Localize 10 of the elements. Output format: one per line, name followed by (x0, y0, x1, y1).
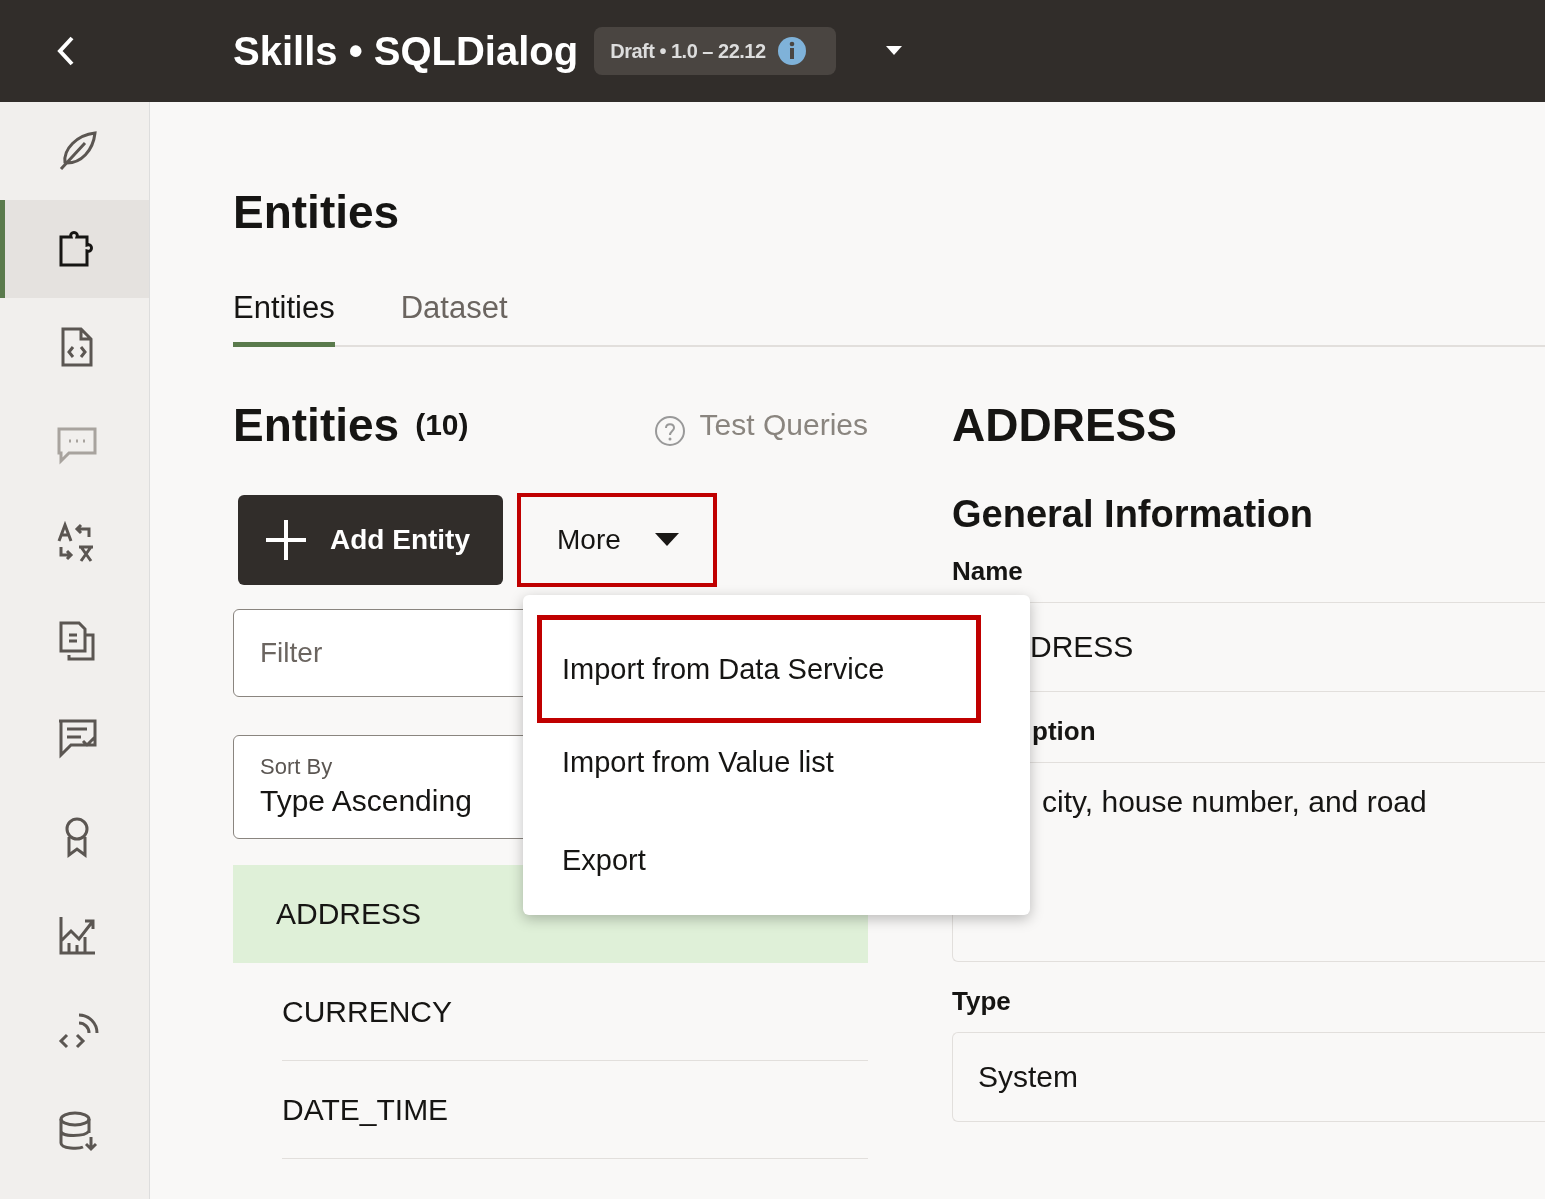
field-label: Name (952, 556, 1024, 588)
entity-count: (10) (415, 408, 469, 442)
page-title: Entities (233, 185, 401, 240)
field-label: ption (1031, 716, 1097, 748)
field-label: Type (952, 986, 1012, 1018)
panel-title: Entities (233, 398, 400, 452)
version-badge: Draft • 1.0 – 22.12 (594, 27, 836, 75)
entity-title: ADDRESS (952, 398, 1178, 453)
section-title: General Information (952, 493, 1315, 536)
app-title: Skills • SQLDialog (233, 28, 579, 74)
